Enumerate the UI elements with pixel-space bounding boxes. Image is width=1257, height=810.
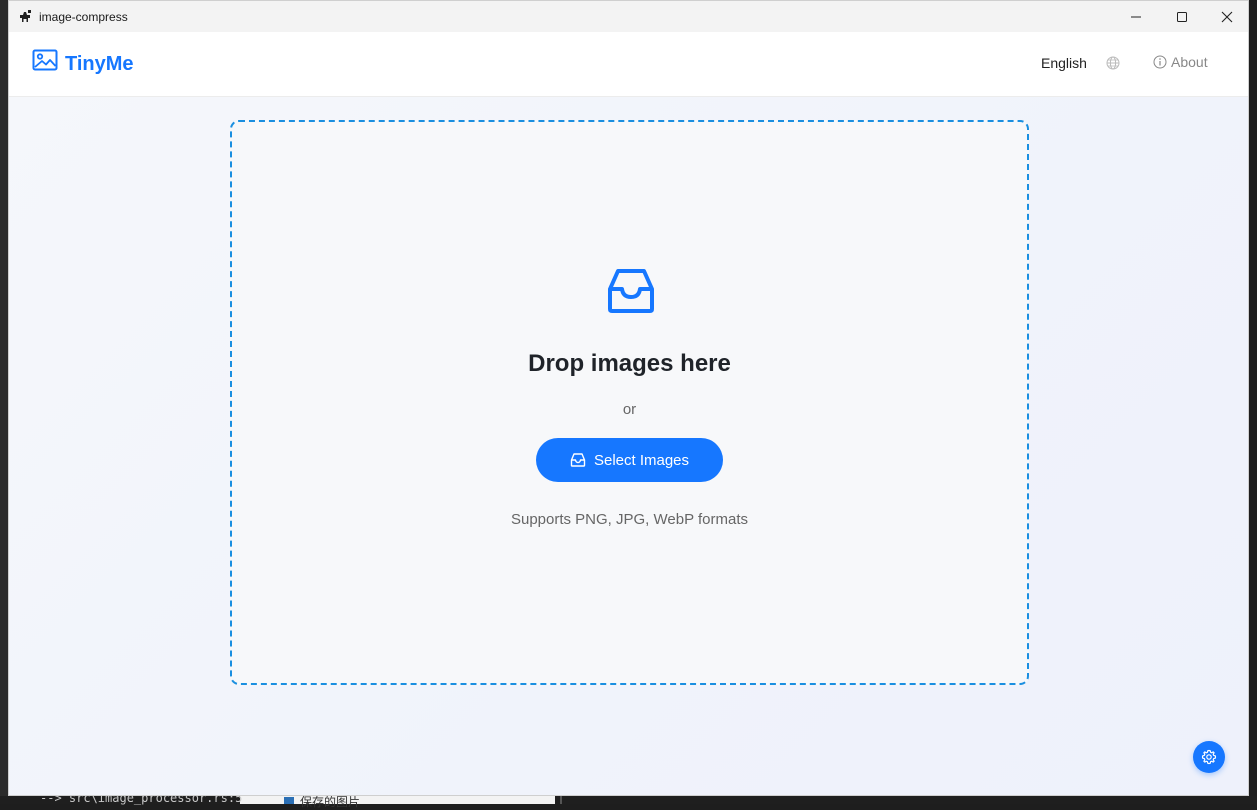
language-selector[interactable]: English bbox=[1041, 55, 1087, 71]
select-images-button[interactable]: Select Images bbox=[536, 438, 723, 482]
info-icon bbox=[1153, 55, 1167, 69]
settings-button[interactable] bbox=[1193, 741, 1225, 773]
brand-name: TinyMe bbox=[65, 53, 134, 75]
app-logo-icon bbox=[20, 10, 31, 22]
select-images-label: Select Images bbox=[593, 451, 690, 469]
supported-formats-text: Supports PNG, JPG, WebP formats bbox=[510, 511, 749, 528]
app-header: TinyMe English About bbox=[9, 32, 1248, 97]
gear-icon bbox=[1201, 749, 1217, 765]
about-label: About bbox=[1171, 54, 1208, 70]
window-title: image-compress bbox=[39, 10, 128, 24]
globe-icon[interactable] bbox=[1106, 56, 1120, 70]
minimize-icon bbox=[1131, 16, 1141, 17]
picture-icon bbox=[32, 49, 58, 71]
close-icon bbox=[1221, 11, 1233, 22]
minimize-button[interactable] bbox=[1113, 1, 1159, 32]
or-divider-text: or bbox=[622, 401, 637, 418]
maximize-button[interactable] bbox=[1159, 1, 1205, 32]
inbox-icon bbox=[608, 269, 654, 313]
inbox-icon bbox=[570, 453, 586, 467]
about-button[interactable]: About bbox=[1153, 54, 1208, 70]
main-content: Drop images here or Select Images Suppor… bbox=[9, 97, 1248, 795]
background-desktop bbox=[0, 0, 8, 804]
title-bar[interactable]: image-compress bbox=[9, 1, 1248, 32]
maximize-icon bbox=[1177, 11, 1187, 22]
background-file-icon bbox=[284, 797, 294, 804]
app-window: image-compress TinyMe English About Drop… bbox=[8, 0, 1249, 796]
close-button[interactable] bbox=[1204, 1, 1248, 32]
background-divider bbox=[560, 796, 562, 804]
dropzone-title: Drop images here bbox=[528, 350, 731, 377]
image-dropzone[interactable]: Drop images here or Select Images Suppor… bbox=[230, 120, 1029, 685]
